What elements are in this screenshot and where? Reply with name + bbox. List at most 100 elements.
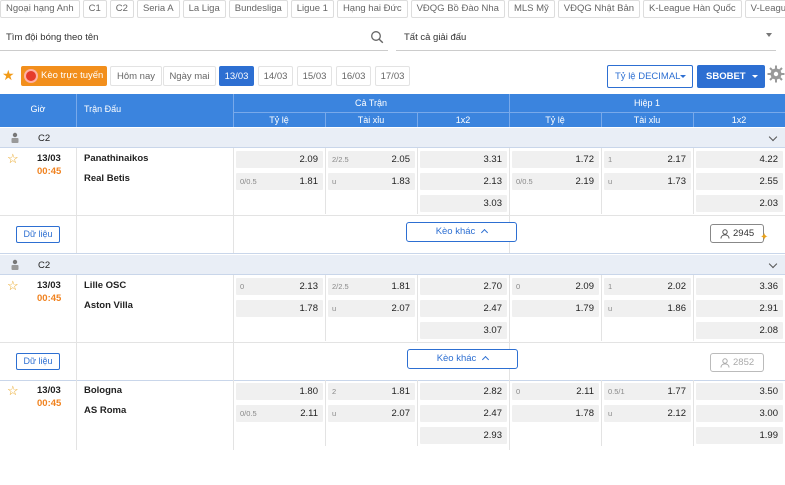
ft-1x2-odds-cell[interactable]: 3.03 <box>420 195 507 212</box>
h1-1x2-odds-cell[interactable]: 2.91 <box>696 300 783 317</box>
odds-value: 2.70 <box>483 281 503 292</box>
column-divider <box>325 275 326 341</box>
date-filter-6[interactable]: 16/03 <box>336 66 371 86</box>
h1-handicap-odds-cell[interactable]: 1.79 <box>512 300 599 317</box>
data-button[interactable]: Dữ liệu <box>16 353 60 370</box>
h1-1x2-odds-cell[interactable]: 3.50 <box>696 383 783 400</box>
league-tab[interactable]: C1 <box>82 0 107 18</box>
gear-icon[interactable] <box>767 65 785 83</box>
h1-handicap-odds-cell[interactable]: 0 2.11 <box>512 383 599 400</box>
h1-over-under-odds-cell[interactable]: 1 2.17 <box>604 151 691 168</box>
league-group-name: C2 <box>38 260 51 271</box>
header-divider <box>233 112 785 113</box>
ft-1x2-odds-cell[interactable]: 3.31 <box>420 151 507 168</box>
league-group-header[interactable]: C2 <box>0 255 785 275</box>
favorite-star-icon[interactable]: ☆ <box>7 384 19 397</box>
league-tab[interactable]: V-League <box>744 0 785 18</box>
comment-count-button[interactable]: 2852 <box>710 353 764 372</box>
h1-handicap-odds-cell[interactable]: 1.72 <box>512 151 599 168</box>
league-tab[interactable]: VĐQG Bồ Đào Nha <box>410 0 505 18</box>
ft-handicap-odds-cell[interactable]: 1.78 <box>236 300 323 317</box>
h1-1x2-odds-cell[interactable]: 3.00 <box>696 405 783 422</box>
h1-handicap-odds-cell[interactable]: 0 2.09 <box>512 278 599 295</box>
ft-over-under-odds-cell[interactable]: u 2.07 <box>328 405 415 422</box>
favorites-star-icon[interactable]: ★ <box>2 68 15 82</box>
ft-1x2-odds-cell[interactable]: 2.70 <box>420 278 507 295</box>
ft-1x2-odds-cell[interactable]: 2.47 <box>420 300 507 317</box>
favorite-star-icon[interactable]: ☆ <box>7 279 19 292</box>
more-odds-button[interactable]: Kèo khác <box>406 222 517 242</box>
bookmaker-select[interactable]: SBOBET <box>697 65 765 88</box>
league-tab[interactable]: Ligue 1 <box>290 0 334 18</box>
ft-over-under-odds-cell[interactable]: 2/2.5 2.05 <box>328 151 415 168</box>
match-row: ☆ 13/03 00:45 Bologna AS Roma 1.80 0/0.5 2.11 2 1… <box>0 380 785 485</box>
date-filter-3[interactable]: 13/03 <box>219 66 254 86</box>
chevron-down-icon[interactable] <box>768 132 778 142</box>
odds-format-select[interactable]: Tỷ lệ DECIMAL <box>607 65 693 88</box>
ft-over-under-odds-cell[interactable]: u 1.83 <box>328 173 415 190</box>
ft-1x2-odds-cell[interactable]: 2.13 <box>420 173 507 190</box>
favorite-star-icon[interactable]: ☆ <box>7 152 19 165</box>
league-tab[interactable]: K-League Hàn Quốc <box>643 0 742 18</box>
h1-over-under-odds-cell[interactable]: u 1.86 <box>604 300 691 317</box>
ft-handicap-odds-cell[interactable]: 1.80 <box>236 383 323 400</box>
header-match: Trận Đấu <box>84 104 122 114</box>
h1-over-under-odds-cell[interactable]: u 2.12 <box>604 405 691 422</box>
tournament-select[interactable]: Tất cả giải đấu <box>396 25 776 51</box>
h1-over-under-odds-cell[interactable]: 1 2.02 <box>604 278 691 295</box>
column-divider <box>76 275 77 380</box>
league-tab[interactable]: VĐQG Nhật Bản <box>557 0 641 18</box>
chevron-down-icon[interactable] <box>768 259 778 269</box>
ft-1x2-odds-cell[interactable]: 3.07 <box>420 322 507 339</box>
league-tab[interactable]: MLS Mỹ <box>507 0 555 18</box>
column-divider <box>325 148 326 214</box>
league-tab[interactable]: Ngoại hạng Anh <box>0 0 80 18</box>
odds-value: 2.47 <box>483 408 503 419</box>
ft-over-under-odds-cell[interactable]: u 2.07 <box>328 300 415 317</box>
comment-count-button[interactable]: 2945 <box>710 224 764 243</box>
ft-1x2-odds-cell[interactable]: 2.82 <box>420 383 507 400</box>
h1-1x2-odds-cell[interactable]: 3.36 <box>696 278 783 295</box>
header-divider <box>417 112 418 127</box>
date-filter-5[interactable]: 15/03 <box>297 66 332 86</box>
ft-1x2-odds-cell[interactable]: 2.93 <box>420 427 507 444</box>
league-tab[interactable]: Seria A <box>136 0 180 18</box>
team-search-input[interactable]: Tìm đội bóng theo tên <box>0 25 388 51</box>
ft-over-under-odds-cell[interactable]: 2 1.81 <box>328 383 415 400</box>
h1-handicap-odds-cell[interactable]: 0/0.5 2.19 <box>512 173 599 190</box>
live-odds-button[interactable]: Kèo trực tuyến <box>21 66 107 86</box>
h1-handicap-odds-cell[interactable]: 1.78 <box>512 405 599 422</box>
data-button[interactable]: Dữ liệu <box>16 226 60 243</box>
league-tab[interactable]: Hạng hai Đức <box>336 0 408 18</box>
search-icon[interactable] <box>370 30 384 44</box>
league-tab[interactable]: Bundesliga <box>228 0 288 18</box>
league-group-header[interactable]: C2 <box>0 128 785 148</box>
h1-over-under-odds-cell[interactable]: u 1.73 <box>604 173 691 190</box>
header-divider <box>509 94 510 127</box>
header-h1-1x2: 1x2 <box>731 115 747 125</box>
date-filter-4[interactable]: 14/03 <box>258 66 293 86</box>
odds-value: 1.72 <box>575 154 595 165</box>
h1-1x2-odds-cell[interactable]: 2.08 <box>696 322 783 339</box>
odds-value: 3.07 <box>483 325 503 336</box>
h1-1x2-odds-cell[interactable]: 4.22 <box>696 151 783 168</box>
more-odds-button[interactable]: Kèo khác <box>407 349 518 369</box>
column-divider <box>417 275 418 341</box>
h1-1x2-odds-cell[interactable]: 2.03 <box>696 195 783 212</box>
ft-handicap-odds-cell[interactable]: 0 2.13 <box>236 278 323 295</box>
date-filter-2[interactable]: Ngày mai <box>163 66 216 86</box>
ft-handicap-odds-cell[interactable]: 2.09 <box>236 151 323 168</box>
h1-over-under-odds-cell[interactable]: 0.5/1 1.77 <box>604 383 691 400</box>
h1-1x2-odds-cell[interactable]: 1.99 <box>696 427 783 444</box>
user-icon <box>720 358 730 368</box>
league-tab[interactable]: C2 <box>109 0 134 18</box>
ft-1x2-odds-cell[interactable]: 2.47 <box>420 405 507 422</box>
h1-1x2-odds-cell[interactable]: 2.55 <box>696 173 783 190</box>
ft-over-under-odds-cell[interactable]: 2/2.5 1.81 <box>328 278 415 295</box>
header-ft-handicap: Tỷ lệ <box>269 115 289 125</box>
ft-handicap-odds-cell[interactable]: 0/0.5 1.81 <box>236 173 323 190</box>
date-filter-1[interactable]: Hôm nay <box>110 66 162 86</box>
league-tab[interactable]: La Liga <box>182 0 226 18</box>
date-filter-7[interactable]: 17/03 <box>375 66 410 86</box>
ft-handicap-odds-cell[interactable]: 0/0.5 2.11 <box>236 405 323 422</box>
